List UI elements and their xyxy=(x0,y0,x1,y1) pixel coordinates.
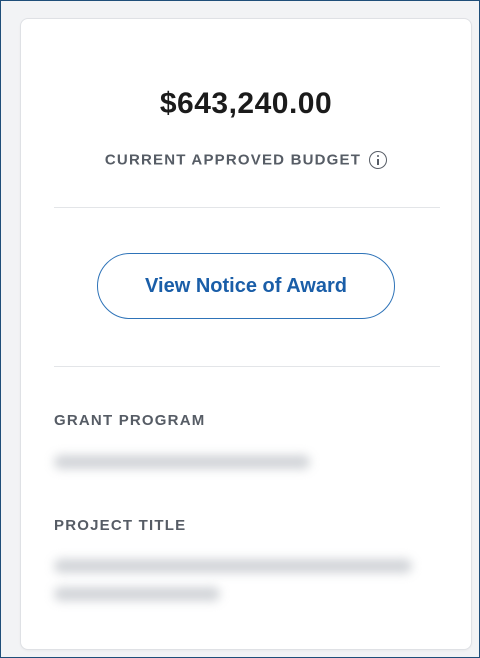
budget-amount: $643,240.00 xyxy=(159,87,333,120)
budget-label-row: CURRENT APPROVED BUDGET xyxy=(21,151,471,170)
project-title-value-redacted xyxy=(54,587,220,601)
project-title-value-redacted xyxy=(54,559,412,573)
grant-program-label: GRANT PROGRAM xyxy=(54,412,206,429)
budget-label: CURRENT APPROVED BUDGET xyxy=(104,151,362,169)
divider xyxy=(54,207,440,208)
divider xyxy=(54,366,440,367)
info-icon[interactable] xyxy=(369,151,388,170)
grant-program-value-redacted xyxy=(54,455,310,469)
project-title-label: PROJECT TITLE xyxy=(54,517,187,534)
view-notice-of-award-button[interactable]: View Notice of Award xyxy=(97,253,395,319)
window-frame: $643,240.00 CURRENT APPROVED BUDGET View… xyxy=(0,0,480,658)
award-summary-card: $643,240.00 CURRENT APPROVED BUDGET View… xyxy=(20,18,472,650)
